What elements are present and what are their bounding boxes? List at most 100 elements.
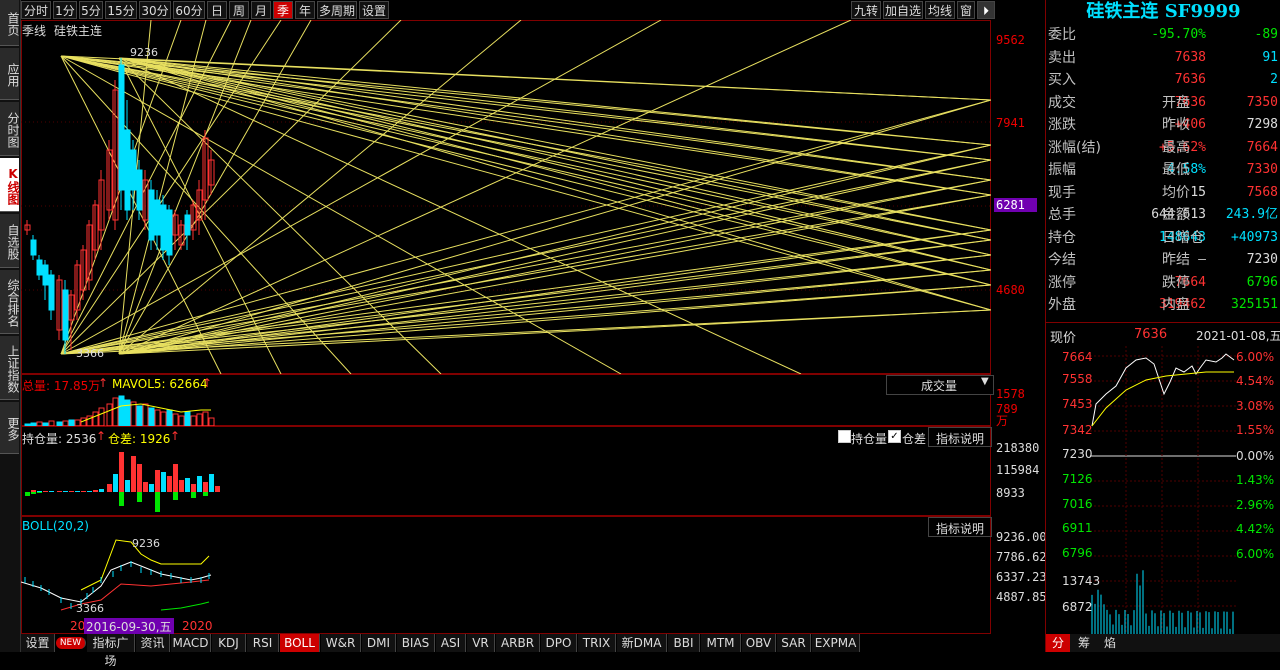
period-month-button[interactable]: 月	[251, 1, 271, 19]
volume-bar	[118, 395, 125, 426]
indicator-tab-[interactable]: 指标广场	[87, 634, 135, 668]
moving-average-button[interactable]: 均线	[925, 1, 955, 19]
indicator-tab-rsi[interactable]: RSI	[247, 634, 279, 652]
add-watchlist-button[interactable]: 加自选	[883, 1, 923, 19]
kline-chart[interactable]	[21, 20, 991, 374]
oi-checkbox[interactable]	[838, 430, 851, 443]
sidebar-tab-timeshare[interactable]: 分时图	[0, 102, 20, 156]
quote-row-value2: +40973	[1231, 229, 1278, 245]
sidebar-tab-apps[interactable]: 应用	[0, 48, 20, 100]
period-multi-button[interactable]: 多周期	[317, 1, 357, 19]
gann-line	[118, 57, 991, 271]
volume-indicator-select[interactable]: 成交量 ▼	[886, 375, 994, 395]
quote-row-label: 现手	[1048, 184, 1076, 201]
boll-axis-tick: 7786.62	[996, 550, 1047, 564]
current-price-marker: 6281	[994, 198, 1037, 212]
collapse-panel-icon[interactable]: ⏵	[977, 1, 995, 19]
period-60min-button[interactable]: 60分	[173, 1, 205, 19]
oi-bar	[173, 464, 178, 492]
oi-bar	[107, 484, 112, 492]
diff-checkbox[interactable]: ✓	[888, 430, 901, 443]
indicator-tab-dpo[interactable]: DPO	[541, 634, 577, 652]
oi-bar	[155, 470, 160, 492]
period-year-button[interactable]: 年	[295, 1, 315, 19]
period-settings-button[interactable]: 设置	[359, 1, 389, 19]
sidebar-tab-watchlist[interactable]: 自选股	[0, 214, 20, 268]
volume-bar	[178, 415, 185, 426]
indicator-tab-trix[interactable]: TRIX	[578, 634, 616, 652]
indicator-tab-sar[interactable]: SAR	[777, 634, 811, 652]
indicator-tab-wr[interactable]: W&R	[321, 634, 361, 652]
indicator-tab-obv[interactable]: OBV	[742, 634, 776, 652]
quote-row-label2: 金额	[1162, 207, 1190, 223]
oi-bar	[137, 464, 142, 492]
mini-axis-left: 6872	[1062, 600, 1093, 614]
indicator-tab-new[interactable]: NEW	[56, 637, 86, 649]
oi-bar	[31, 490, 36, 492]
quote-row: 买入 7636 2	[1046, 69, 1280, 91]
gann-line	[60, 55, 991, 256]
boll-low-label: 3366	[76, 602, 104, 615]
sidebar-tab-more[interactable]: 更多	[0, 402, 20, 454]
sidebar-tab-ranking[interactable]: 综合排名	[0, 270, 20, 334]
boll-explain-button[interactable]: 指标说明	[928, 517, 992, 537]
indicator-tab-bbi[interactable]: BBI	[668, 634, 700, 652]
volume-bar	[196, 413, 203, 426]
oi-explain-button[interactable]: 指标说明	[928, 427, 992, 447]
indicator-tab-vr[interactable]: VR	[467, 634, 495, 652]
mini-axis-left: 7558	[1062, 372, 1093, 386]
sidebar-tab-sh-index[interactable]: 上证指数	[0, 336, 20, 400]
quote-title: 硅铁主连 SF9999	[1086, 1, 1241, 22]
mini-axis-right: 4.42%	[1236, 522, 1275, 536]
quote-row-value: -95.70%	[1151, 27, 1206, 42]
period-1min-button[interactable]: 1分	[53, 1, 77, 19]
period-week-button[interactable]: 周	[229, 1, 249, 19]
indicator-tab-arbr[interactable]: ARBR	[496, 634, 540, 652]
period-quarter-button[interactable]: 季	[273, 1, 293, 19]
indicator-tab-dmi[interactable]: DMI	[362, 634, 396, 652]
sidebar-tab-home[interactable]: 首页	[0, 0, 20, 46]
indicator-tab-dma[interactable]: 新DMA	[617, 634, 667, 652]
sidebar-tab-kline[interactable]: K线图	[0, 158, 20, 212]
volume-bar	[98, 407, 105, 426]
boll-axis-tick: 4887.85	[996, 590, 1047, 604]
period-30min-button[interactable]: 30分	[139, 1, 171, 19]
period-timeshare-button[interactable]: 分时	[21, 1, 51, 19]
mini-tab-timeshare[interactable]: 分	[1046, 634, 1070, 652]
volume-bar	[202, 411, 209, 426]
window-button[interactable]: 窗	[957, 1, 975, 19]
mini-axis-left: 6911	[1062, 521, 1093, 535]
quote-row: 外盘 319462 内盘 325151	[1046, 294, 1280, 316]
quote-row: 委比 -95.70% -89	[1046, 24, 1280, 46]
gann-line	[60, 55, 991, 311]
period-5min-button[interactable]: 5分	[79, 1, 103, 19]
mini-tab-chips[interactable]: 筹	[1072, 634, 1096, 652]
quote-row-label2: 开盘	[1162, 94, 1190, 111]
indicator-tab-kdj[interactable]: KDJ	[212, 634, 246, 652]
oi-bar	[185, 478, 190, 492]
nine-turn-button[interactable]: 九转	[851, 1, 881, 19]
period-day-button[interactable]: 日	[207, 1, 227, 19]
indicator-tab-[interactable]: 设置	[21, 634, 55, 652]
mini-axis-left: 7016	[1062, 497, 1093, 511]
indicator-tab-asi[interactable]: ASI	[436, 634, 466, 652]
price-axis-tick: 7941	[996, 116, 1025, 130]
indicator-tab-mtm[interactable]: MTM	[701, 634, 741, 652]
oi-bar	[75, 491, 80, 492]
intraday-mini-chart[interactable]	[1046, 346, 1280, 634]
indicator-tab-[interactable]: 资讯	[136, 634, 170, 652]
indicator-tab-bias[interactable]: BIAS	[397, 634, 435, 652]
oi-bar	[191, 484, 196, 492]
quote-row: 振幅 4.58% 最低 7330	[1046, 159, 1280, 181]
quote-row: 成交 7636 开盘 7350	[1046, 92, 1280, 114]
period-15min-button[interactable]: 15分	[105, 1, 137, 19]
indicator-tab-expma[interactable]: EXPMA	[812, 634, 860, 652]
quote-row-label: 持仓	[1048, 229, 1076, 246]
indicator-tab-macd[interactable]: MACD	[171, 634, 211, 652]
kline-low-label: 3366	[76, 347, 104, 360]
indicator-tab-boll[interactable]: BOLL	[280, 634, 320, 652]
mini-avg-line	[1091, 371, 1234, 427]
volume-bar	[148, 407, 155, 426]
quote-row-label2: 均价	[1162, 184, 1190, 201]
mini-tab-flame[interactable]: 焰	[1098, 634, 1122, 652]
